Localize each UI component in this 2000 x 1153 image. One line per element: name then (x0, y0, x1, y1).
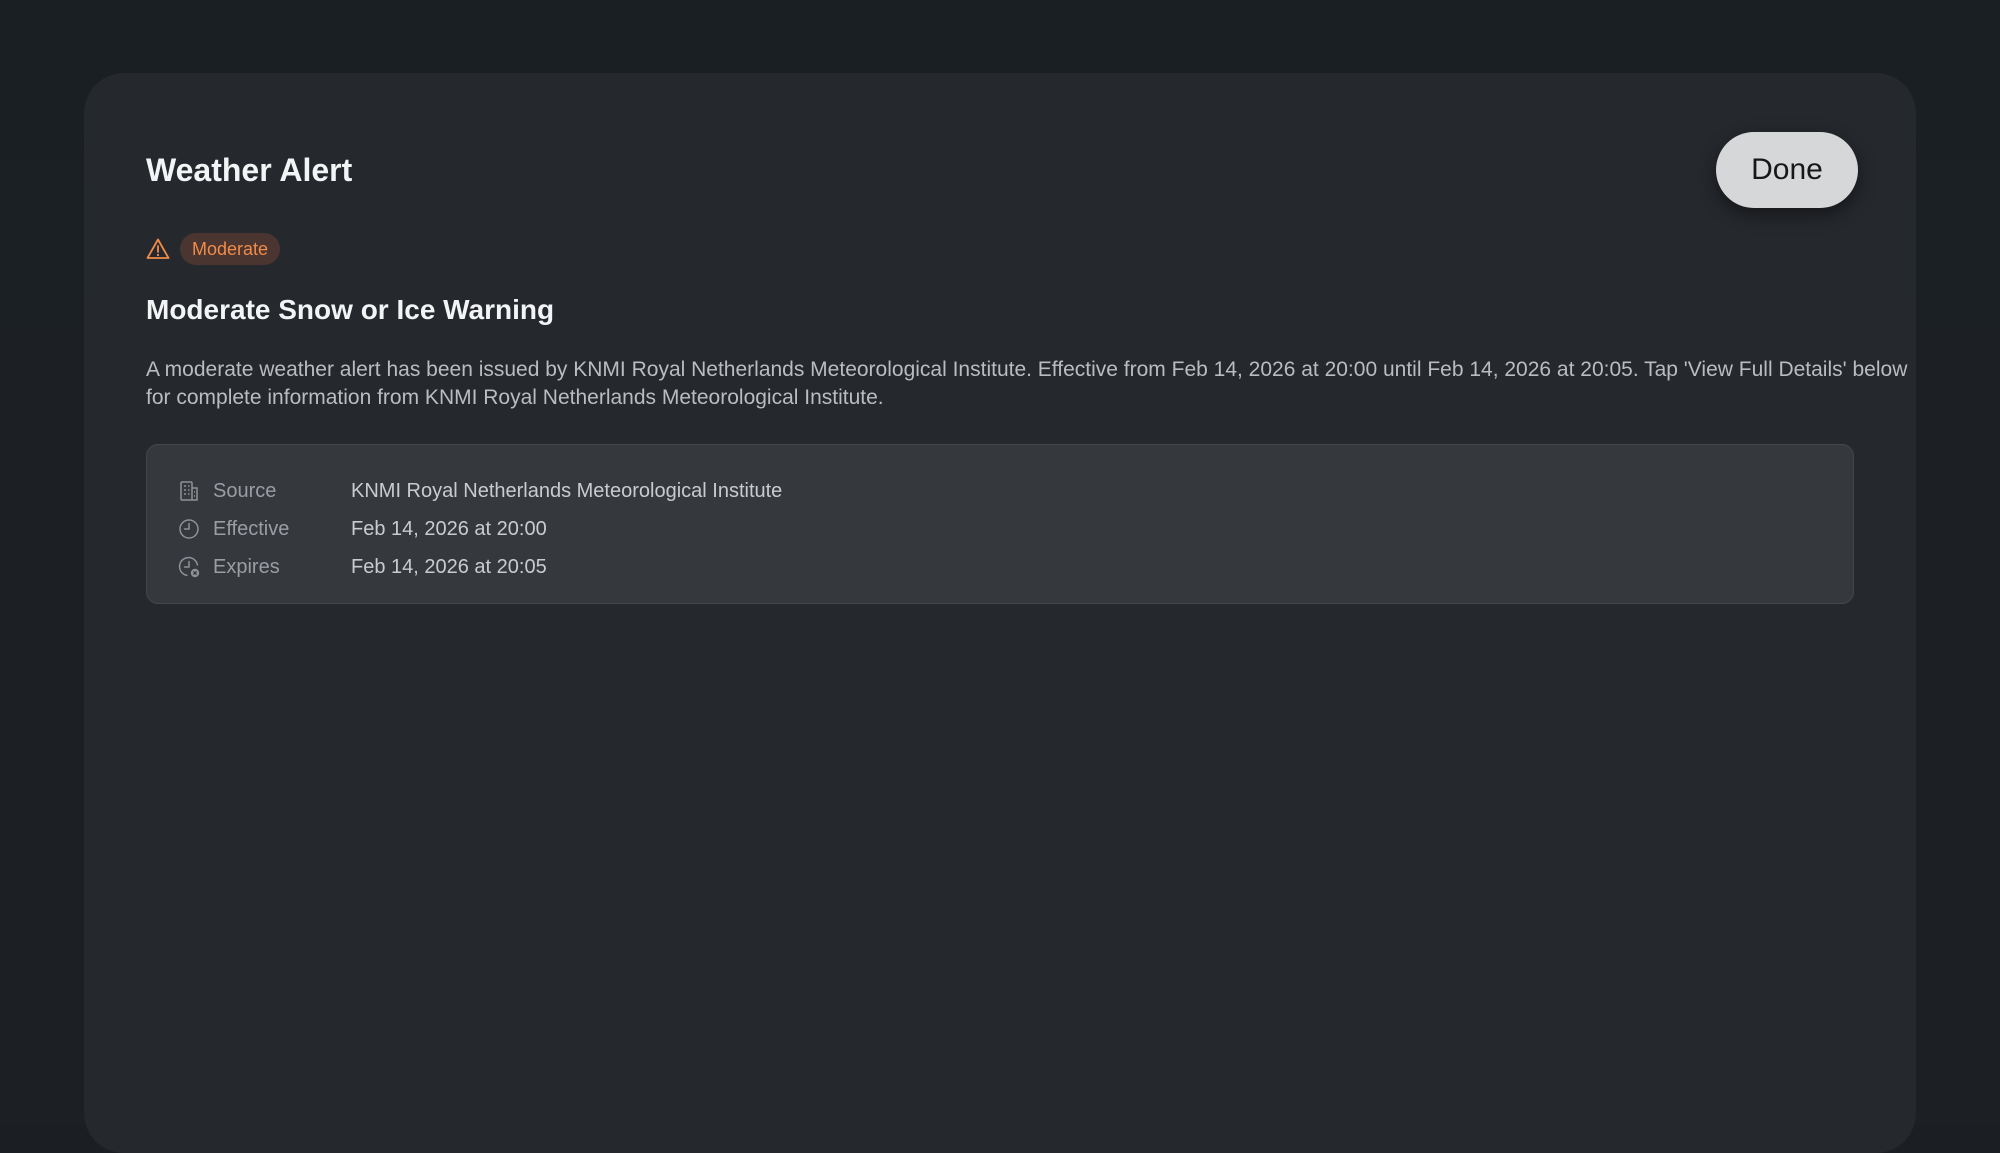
detail-label-source: Source (213, 479, 277, 502)
detail-value-expires: Feb 14, 2026 at 20:05 (351, 555, 547, 578)
detail-row-expires: Expires Feb 14, 2026 at 20:05 (177, 548, 1823, 586)
detail-row-source: Source KNMI Royal Netherlands Meteorolog… (177, 472, 1823, 510)
sheet-title: Weather Alert (146, 152, 353, 188)
done-button[interactable]: Done (1716, 132, 1858, 208)
detail-label-expires: Expires (213, 555, 280, 578)
warning-triangle-icon (146, 237, 170, 261)
severity-row: Moderate (146, 232, 281, 266)
detail-value-source: KNMI Royal Netherlands Meteorological In… (351, 479, 783, 502)
clock-icon (177, 517, 201, 541)
clock-expired-icon (177, 555, 201, 579)
alert-sheet: Weather Alert Done Moderate Moderate Sno… (84, 73, 1916, 1153)
building-icon (177, 479, 201, 503)
severity-badge: Moderate (180, 233, 281, 265)
detail-label-effective: Effective (213, 517, 290, 540)
alert-description: A moderate weather alert has been issued… (146, 358, 1908, 409)
detail-row-effective: Effective Feb 14, 2026 at 20:00 (177, 510, 1823, 548)
alert-headline: Moderate Snow or Ice Warning (146, 294, 555, 325)
details-card: Source KNMI Royal Netherlands Meteorolog… (146, 444, 1854, 604)
detail-value-effective: Feb 14, 2026 at 20:00 (351, 517, 547, 540)
